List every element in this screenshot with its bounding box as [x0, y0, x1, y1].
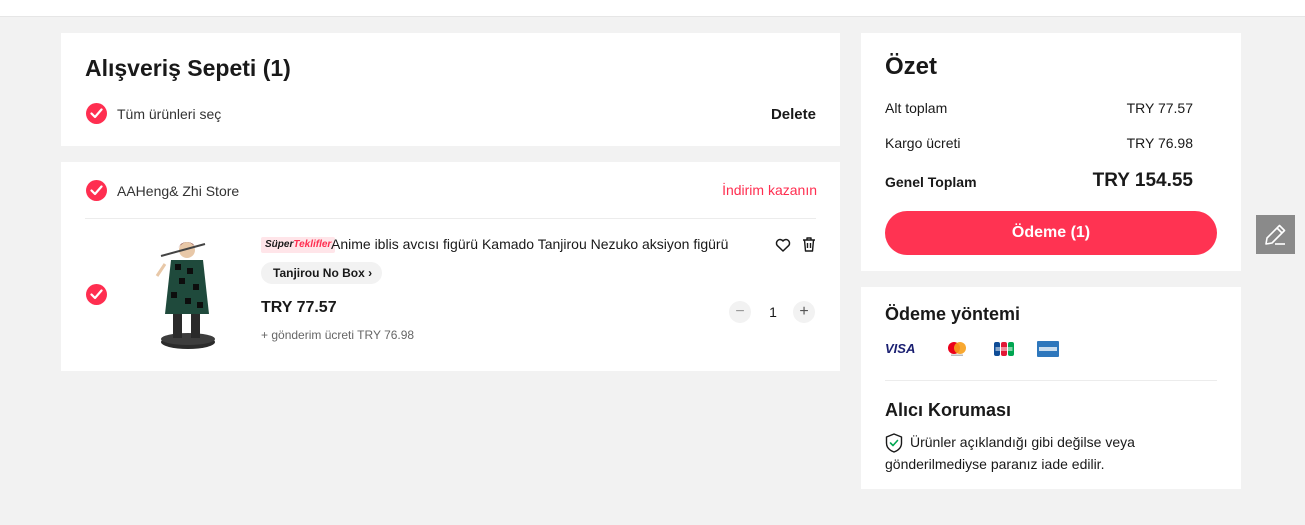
quantity-value: 1: [769, 304, 777, 320]
subtotal-value: TRY 77.57: [1126, 100, 1193, 116]
page-title: Alışveriş Sepeti (1): [85, 55, 291, 81]
product-price: TRY 77.57: [261, 299, 337, 316]
store-name[interactable]: AAHeng& Zhi Store: [117, 183, 239, 199]
subtotal-label: Alt toplam: [885, 100, 948, 116]
divider: [885, 380, 1217, 381]
mastercard-logo: [948, 342, 966, 356]
product-title[interactable]: Anime iblis avcısı figürü Kamado Tanjiro…: [331, 236, 763, 252]
variant-selector[interactable]: Tanjirou No Box ›: [261, 262, 383, 284]
select-all-label[interactable]: Tüm ürünleri seç: [117, 106, 221, 122]
summary-title: Özet: [885, 53, 938, 80]
checkmark-icon: [90, 185, 103, 196]
visa-logo: VISA: [885, 341, 916, 356]
select-all-checkbox[interactable]: [86, 103, 107, 124]
jcb-logo: [994, 342, 1014, 356]
cart-header-card: Alışveriş Sepeti (1) Tüm ürünleri seç De…: [61, 33, 840, 146]
heart-icon[interactable]: [774, 236, 792, 254]
trash-icon[interactable]: [800, 235, 818, 253]
badge-label-left: Süper: [265, 239, 294, 250]
delete-button[interactable]: Delete: [771, 106, 816, 123]
variant-label: Tanjirou No Box: [273, 266, 365, 280]
edit-float-button[interactable]: [1256, 215, 1295, 254]
amex-logo: [1037, 341, 1059, 357]
product-checkbox[interactable]: [86, 284, 107, 305]
shipping-value: TRY 76.98: [1126, 135, 1193, 151]
top-bar: [0, 0, 1305, 17]
checkmark-icon: [90, 289, 103, 300]
buyer-protection-text: Ürünler açıklandığı gibi değilse veya gö…: [885, 434, 1135, 472]
store-discount-link[interactable]: İndirim kazanın: [722, 182, 817, 198]
buyer-protection-title: Alıcı Koruması: [885, 400, 1012, 420]
pencil-icon: [1265, 224, 1286, 245]
store-checkbox[interactable]: [86, 180, 107, 201]
payment-card: Ödeme yöntemi VISA Alıcı Koruması Ürünle…: [861, 287, 1241, 489]
total-value: TRY 154.55: [1092, 170, 1193, 191]
super-deals-badge: SüperTeklifler: [261, 237, 336, 253]
divider: [85, 218, 816, 219]
chevron-right-icon: ›: [368, 266, 373, 280]
store-card: AAHeng& Zhi Store İndirim kazanın SüperT…: [61, 162, 840, 371]
product-image[interactable]: [153, 234, 223, 352]
shipping-label: Kargo ücreti: [885, 135, 961, 151]
checkout-button[interactable]: Ödeme (1): [885, 211, 1217, 255]
payment-methods-title: Ödeme yöntemi: [885, 304, 1021, 324]
checkmark-icon: [90, 108, 103, 119]
total-label: Genel Toplam: [885, 174, 977, 190]
quantity-decrease-button[interactable]: −: [729, 301, 751, 323]
summary-card: Özet Alt toplam TRY 77.57 Kargo ücreti T…: [861, 33, 1241, 271]
shipping-note: + gönderim ücreti TRY 76.98: [261, 328, 415, 342]
quantity-increase-button[interactable]: +: [793, 301, 815, 323]
badge-label-right: Teklifler: [293, 239, 332, 250]
